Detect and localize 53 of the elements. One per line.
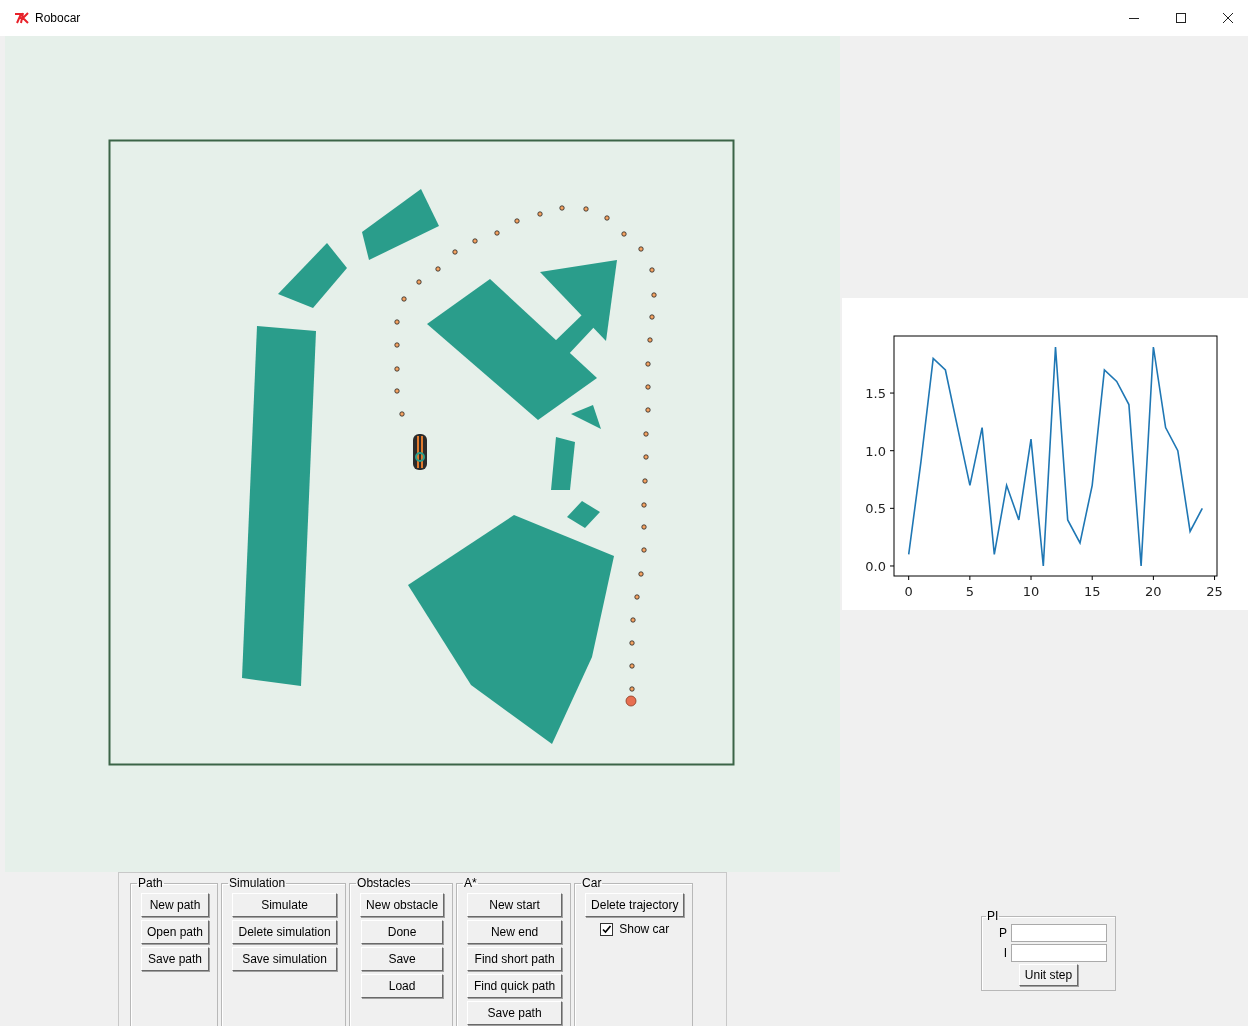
action-button[interactable]: Delete trajectory	[585, 893, 685, 917]
tick-label: 20	[1145, 584, 1162, 599]
action-button[interactable]: Save	[361, 947, 444, 971]
x-tick	[1214, 575, 1216, 581]
x-tick	[1152, 575, 1154, 581]
tick-label: 10	[1022, 584, 1040, 599]
tick-label: 0	[904, 584, 913, 599]
group-label: A*	[463, 877, 478, 889]
group-label: Simulation	[228, 877, 287, 889]
x-tick	[1091, 575, 1093, 581]
action-button[interactable]: Save path	[141, 947, 209, 971]
input-field[interactable]	[1011, 944, 1107, 962]
window-title: Robocar	[35, 11, 81, 25]
y-tick	[889, 565, 895, 567]
x-tick	[969, 575, 971, 581]
tick-label: 1.0	[865, 443, 886, 459]
action-button[interactable]: Simulate	[232, 893, 338, 917]
action-button[interactable]: Save path	[467, 1001, 563, 1025]
tick-label: 25	[1206, 584, 1223, 599]
checkbox-label: Show car	[619, 922, 670, 936]
action-button[interactable]: Save simulation	[232, 947, 338, 971]
action-button[interactable]: Done	[361, 920, 444, 944]
maximize-icon[interactable]	[1175, 12, 1187, 24]
field-label: P	[999, 926, 1007, 940]
action-button[interactable]: Open path	[141, 920, 210, 944]
tick-label: 0.5	[865, 501, 886, 517]
group-label: Path	[137, 877, 164, 889]
x-tick	[1030, 575, 1032, 581]
action-button[interactable]: New end	[467, 920, 563, 944]
action-button[interactable]: Delete simulation	[232, 920, 338, 944]
action-button[interactable]: Find short path	[467, 947, 563, 971]
action-button[interactable]: New path	[141, 893, 209, 917]
y-tick	[889, 392, 895, 394]
x-tick	[908, 575, 910, 581]
y-tick	[889, 507, 895, 509]
y-tick	[889, 450, 895, 452]
action-button[interactable]: New obstacle	[360, 893, 445, 917]
checkbox[interactable]	[600, 922, 614, 936]
group-label: PI	[986, 910, 1000, 922]
group-label: Car	[581, 877, 603, 889]
tick-label: 0.0	[865, 558, 886, 574]
tick-label: 15	[1083, 584, 1101, 599]
close-icon[interactable]	[1222, 12, 1234, 24]
action-button[interactable]: New start	[467, 893, 563, 917]
app-icon	[14, 12, 30, 24]
field-label: I	[1003, 946, 1007, 960]
input-field[interactable]	[1011, 924, 1107, 942]
tick-label: 5	[965, 584, 974, 599]
unit-step-button[interactable]: Unit step	[1018, 964, 1079, 986]
action-button[interactable]: Find quick path	[467, 974, 563, 998]
tick-label: 1.5	[865, 386, 886, 402]
action-button[interactable]: Load	[361, 974, 444, 998]
group-label: Obstacles	[356, 877, 412, 889]
